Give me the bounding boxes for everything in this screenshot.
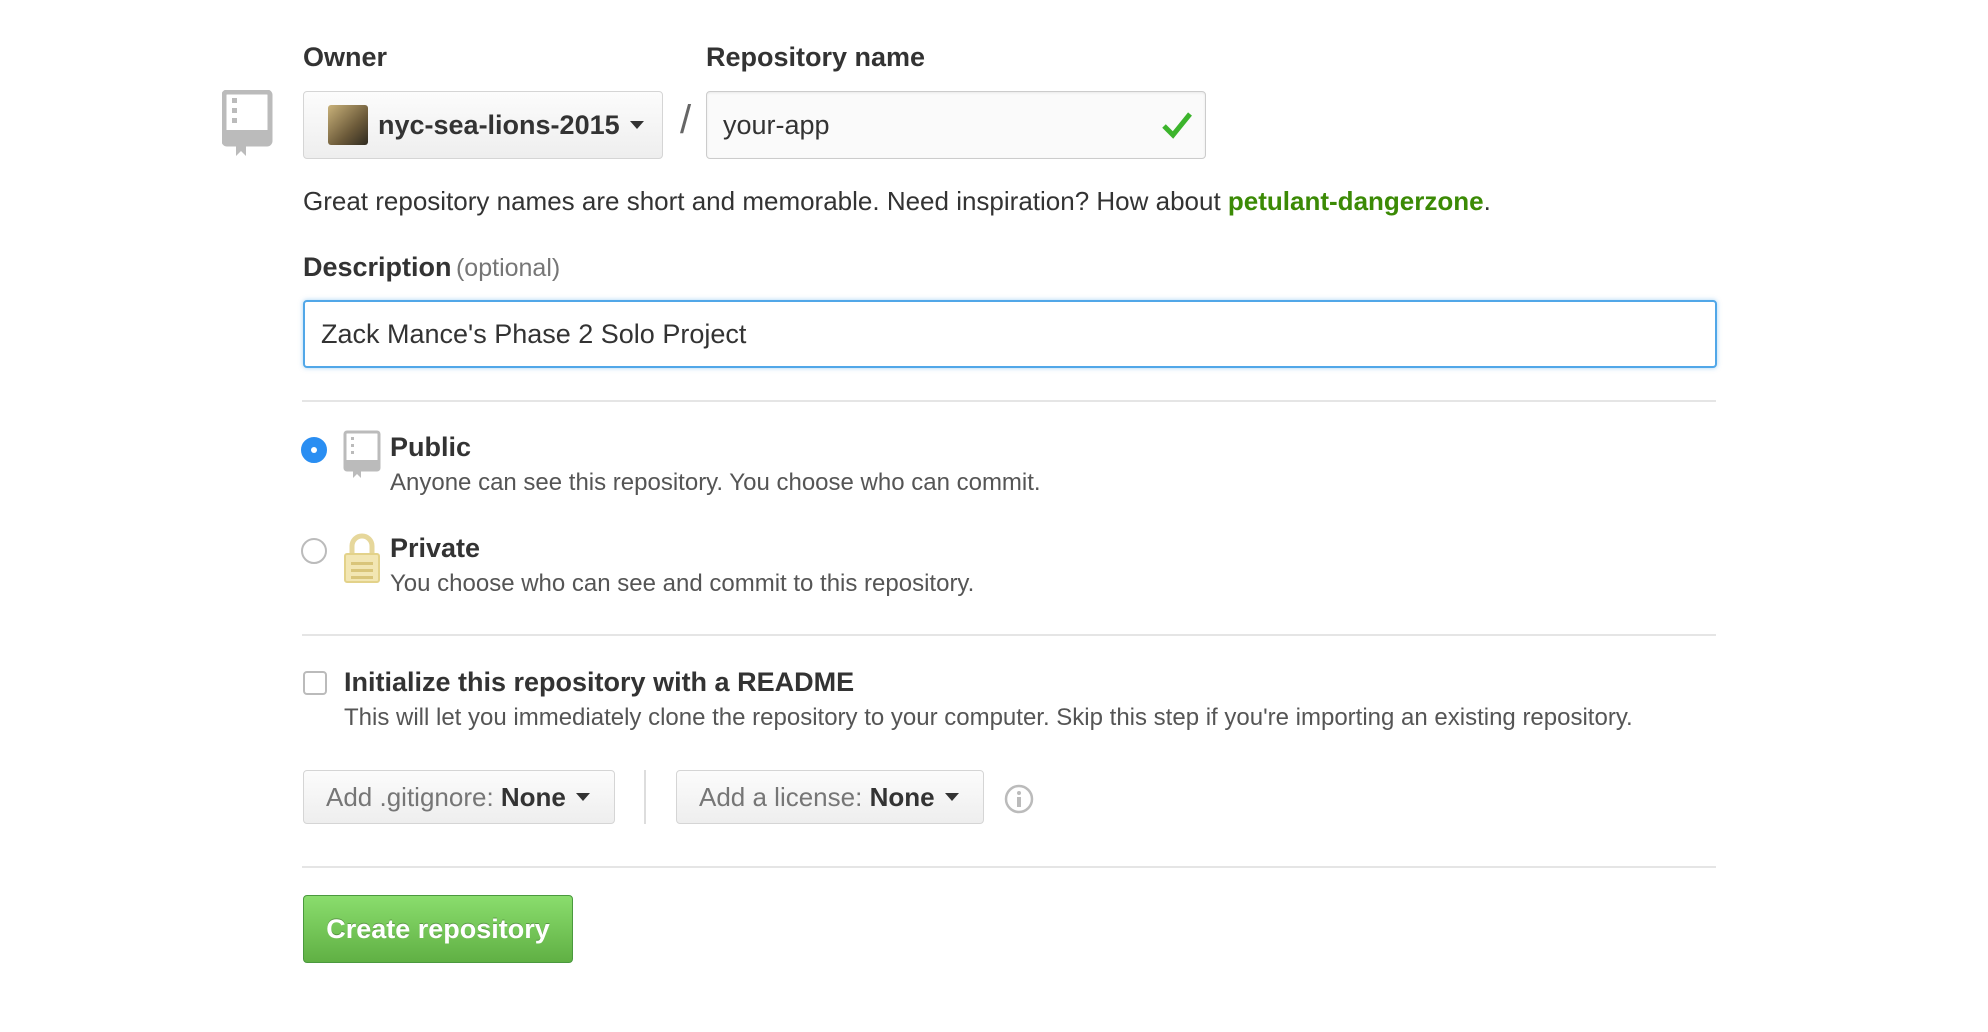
public-radio[interactable] xyxy=(301,437,327,463)
divider-2 xyxy=(302,634,1716,636)
description-label-row: Description (optional) xyxy=(303,252,560,283)
owner-label: Owner xyxy=(303,42,388,72)
chevron-down-icon xyxy=(629,121,644,129)
license-select[interactable]: Add a license: None xyxy=(676,770,984,824)
repo-name-label: Repository name xyxy=(706,42,926,72)
license-prefix: Add a license: xyxy=(699,781,870,812)
lock-icon xyxy=(343,532,381,589)
description-input[interactable]: Zack Mance's Phase 2 Solo Project xyxy=(303,300,1717,368)
chevron-down-icon xyxy=(944,793,959,801)
name-suggestion: Great repository names are short and mem… xyxy=(303,186,1491,217)
info-icon[interactable] xyxy=(1004,784,1034,819)
chevron-down-icon xyxy=(575,793,590,801)
description-optional: (optional) xyxy=(455,254,561,282)
readme-checkbox[interactable] xyxy=(303,671,327,695)
readme-desc: This will let you immediately clone the … xyxy=(344,704,1633,731)
repo-name-input[interactable]: your-app xyxy=(706,91,1206,159)
private-title: Private xyxy=(390,533,481,563)
private-radio[interactable] xyxy=(301,538,327,564)
license-value: None xyxy=(869,781,935,812)
public-desc: Anyone can see this repository. You choo… xyxy=(390,469,1041,496)
description-label: Description xyxy=(303,252,452,282)
owner-avatar xyxy=(328,105,368,145)
divider-3 xyxy=(302,866,1716,868)
suggestion-text: Great repository names are short and mem… xyxy=(303,186,1228,216)
suggestion-link[interactable]: petulant-dangerzone xyxy=(1228,186,1484,216)
owner-select[interactable]: nyc-sea-lions-2015 xyxy=(303,91,663,159)
repo-icon xyxy=(221,89,274,163)
gitignore-prefix: Add .gitignore: xyxy=(326,781,501,812)
private-desc: You choose who can see and commit to thi… xyxy=(390,570,975,597)
radio-dot xyxy=(311,447,317,453)
create-repository-button[interactable]: Create repository xyxy=(303,895,573,963)
suggestion-end: . xyxy=(1483,186,1491,216)
check-icon xyxy=(1161,110,1193,147)
repo-name-value: your-app xyxy=(723,109,830,140)
gitignore-select[interactable]: Add .gitignore: None xyxy=(303,770,615,824)
owner-repo-separator: / xyxy=(680,98,692,142)
repo-public-icon xyxy=(343,430,381,485)
divider-1 xyxy=(302,400,1716,402)
description-value: Zack Mance's Phase 2 Solo Project xyxy=(321,318,747,349)
owner-name: nyc-sea-lions-2015 xyxy=(378,109,620,140)
select-divider xyxy=(644,770,646,824)
readme-title: Initialize this repository with a README xyxy=(344,667,855,697)
public-title: Public xyxy=(390,432,472,462)
gitignore-value: None xyxy=(500,781,566,812)
